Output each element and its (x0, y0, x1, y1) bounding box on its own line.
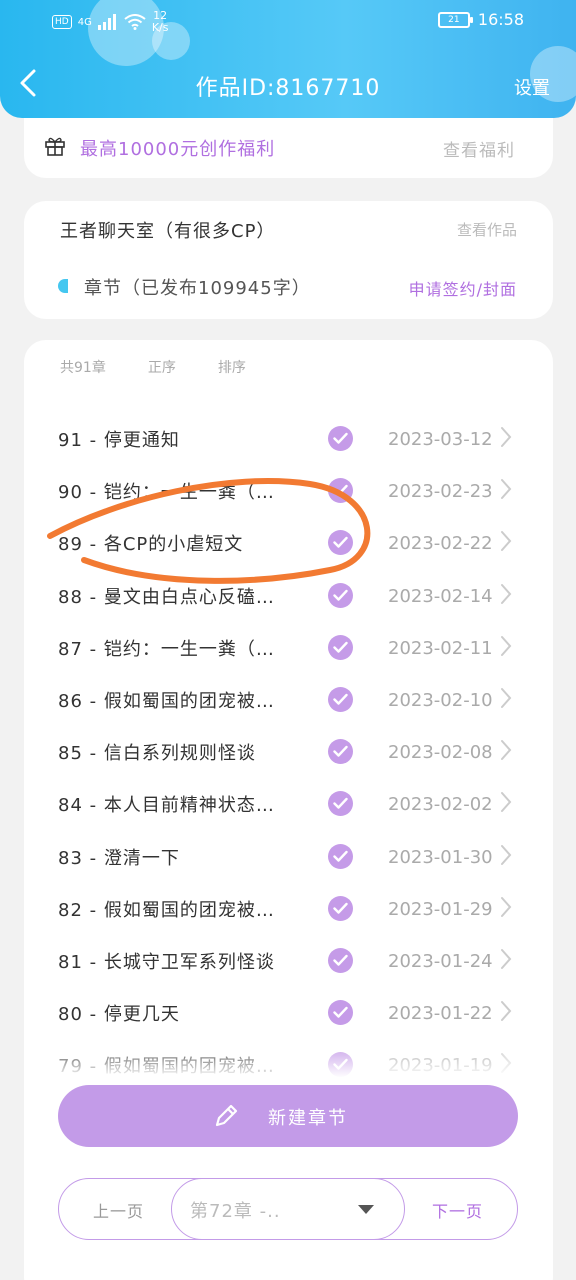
chapter-row[interactable]: 91 - 停更通知 2023-03-12 (24, 412, 553, 464)
chapter-row[interactable]: 80 - 停更几天 2023-01-22 (24, 986, 553, 1038)
chapter-date: 2023-02-08 (388, 742, 493, 764)
published-check-icon (328, 895, 353, 921)
wifi-icon (124, 14, 146, 30)
settings-button[interactable]: 设置 (514, 74, 550, 100)
chapter-title: 88 - 曼文由白点心反磕… (58, 586, 275, 608)
chevron-right-icon (500, 896, 512, 923)
work-title: 王者聊天室（有很多CP） (60, 221, 276, 242)
chapter-date: 2023-01-22 (388, 1003, 493, 1025)
view-welfare-link[interactable]: 查看福利 (443, 136, 515, 161)
chapter-title: 83 - 澄清一下 (58, 847, 180, 869)
list-filters: 共91章 正序 排序 (60, 357, 246, 377)
chapter-row[interactable]: 81 - 长城守卫军系列怪谈 2023-01-24 (24, 934, 553, 986)
chapter-title: 85 - 信白系列规则怪谈 (58, 743, 256, 765)
chapter-date: 2023-02-11 (388, 637, 493, 659)
apply-sign-link[interactable]: 申请签约/封面 (409, 276, 517, 300)
chapter-date: 2023-02-14 (388, 585, 493, 607)
order-toggle[interactable]: 正序 (148, 357, 176, 377)
chapter-count: 共91章 (60, 360, 106, 376)
chapter-date: 2023-01-30 (388, 846, 493, 868)
sort-button[interactable]: 排序 (218, 357, 246, 377)
chapter-row[interactable]: 85 - 信白系列规则怪谈 2023-02-08 (24, 725, 553, 777)
chapter-date: 2023-02-23 (388, 481, 493, 503)
clock: 16:58 (477, 10, 524, 29)
chapter-list[interactable]: 91 - 停更通知 2023-03-12 90 - 铠约：一生一粪（… 2023-02… (24, 412, 553, 1078)
pencil-icon (215, 1104, 238, 1127)
chapter-title: 86 - 假如蜀国的团宠被… (58, 690, 275, 712)
published-check-icon (328, 791, 353, 817)
chapter-title: 89 - 各CP的小虐短文 (58, 534, 244, 556)
caret-down-icon (358, 1204, 374, 1214)
chevron-right-icon (500, 635, 512, 662)
chapter-title: 87 - 铠约：一生一粪（… (58, 638, 275, 660)
network-speed: 12 K/s (151, 9, 169, 34)
chapter-row[interactable]: 90 - 铠约：一生一粪（… 2023-02-23 (24, 464, 553, 516)
chapter-row[interactable]: 88 - 曼文由白点心反磕… 2023-02-14 (24, 569, 553, 621)
chapter-list-card: 共91章 正序 排序 91 - 停更通知 2023-03-12 90 - 铠约：一生… (24, 340, 553, 1280)
chapter-picker-value: 第72章 -.. (190, 1200, 281, 1222)
chapter-date: 2023-02-10 (388, 689, 493, 711)
published-check-icon (328, 426, 353, 451)
battery-icon: 21 (437, 11, 473, 28)
chapter-title: 81 - 长城守卫军系列怪谈 (58, 951, 275, 973)
chevron-right-icon (500, 791, 512, 818)
welfare-banner[interactable]: 最高10000元创作福利 查看福利 (24, 118, 553, 178)
published-check-icon (328, 478, 353, 504)
chevron-right-icon (500, 739, 512, 766)
published-check-icon (328, 530, 353, 556)
chapter-row[interactable]: 86 - 假如蜀国的团宠被… 2023-02-10 (24, 673, 553, 725)
chevron-right-icon (500, 1000, 512, 1027)
chapter-row[interactable]: 83 - 澄清一下 2023-01-30 (24, 830, 553, 882)
chapter-title: 90 - 铠约：一生一粪（… (58, 482, 275, 504)
signal-icon: 4G (77, 16, 92, 28)
chapter-date: 2023-02-02 (388, 794, 493, 816)
chevron-right-icon (500, 844, 512, 871)
signal-bars-icon (97, 14, 116, 30)
hd-icon: HD (52, 15, 72, 29)
chevron-right-icon (500, 426, 512, 453)
chevron-right-icon (500, 478, 512, 505)
chapter-indicator-icon (58, 279, 68, 293)
chapter-title: 82 - 假如蜀国的团宠被… (58, 899, 275, 921)
chapter-title: 80 - 停更几天 (58, 1004, 180, 1026)
list-fade (24, 1042, 553, 1078)
published-check-icon (328, 1000, 353, 1026)
chapter-picker[interactable]: 第72章 -.. (171, 1177, 405, 1240)
chapter-date: 2023-03-12 (388, 429, 493, 450)
new-chapter-label: 新建章节 (268, 1108, 348, 1129)
nav-bar: 作品ID:8167710 设置 (0, 60, 576, 110)
chapter-title: 84 - 本人目前精神状态… (58, 795, 275, 817)
chapter-row[interactable]: 89 - 各CP的小虐短文 2023-02-22 (24, 516, 553, 568)
prev-page-button[interactable]: 上一页 (93, 1198, 144, 1222)
header: HD 4G 12 K/s 21 16:58 作品ID:8167710 设置 (0, 0, 576, 118)
published-check-icon (328, 843, 353, 869)
published-check-icon (328, 582, 353, 608)
published-check-icon (328, 686, 353, 712)
welfare-text: 最高10000元创作福利 (80, 139, 276, 160)
new-chapter-button[interactable]: 新建章节 (58, 1085, 518, 1147)
chevron-right-icon (500, 583, 512, 610)
chevron-right-icon (500, 687, 512, 714)
chapter-row[interactable]: 84 - 本人目前精神状态… 2023-02-02 (24, 777, 553, 829)
page-title: 作品ID:8167710 (195, 76, 381, 101)
chapter-row[interactable]: 82 - 假如蜀国的团宠被… 2023-01-29 (24, 882, 553, 934)
chapter-title: 91 - 停更通知 (58, 430, 180, 451)
chapter-date: 2023-02-22 (388, 533, 493, 555)
chapter-date: 2023-01-24 (388, 950, 493, 972)
view-work-link[interactable]: 查看作品 (457, 219, 517, 240)
chapter-row[interactable]: 87 - 铠约：一生一粪（… 2023-02-11 (24, 621, 553, 673)
pagination: 上一页 第72章 -.. 下一页 (58, 1177, 518, 1240)
chapter-summary: 章节（已发布109945字） (84, 278, 311, 299)
published-check-icon (328, 947, 353, 973)
chevron-right-icon (500, 530, 512, 557)
chapter-date: 2023-01-29 (388, 898, 493, 920)
work-info-card: 王者聊天室（有很多CP） 查看作品 章节（已发布109945字） 申请签约/封面 (24, 201, 553, 319)
status-bar: HD 4G 12 K/s 21 16:58 (0, 8, 576, 36)
published-check-icon (328, 739, 353, 765)
chevron-right-icon (500, 948, 512, 975)
published-check-icon (328, 634, 353, 660)
next-page-button[interactable]: 下一页 (432, 1198, 483, 1222)
gift-icon (45, 137, 65, 156)
